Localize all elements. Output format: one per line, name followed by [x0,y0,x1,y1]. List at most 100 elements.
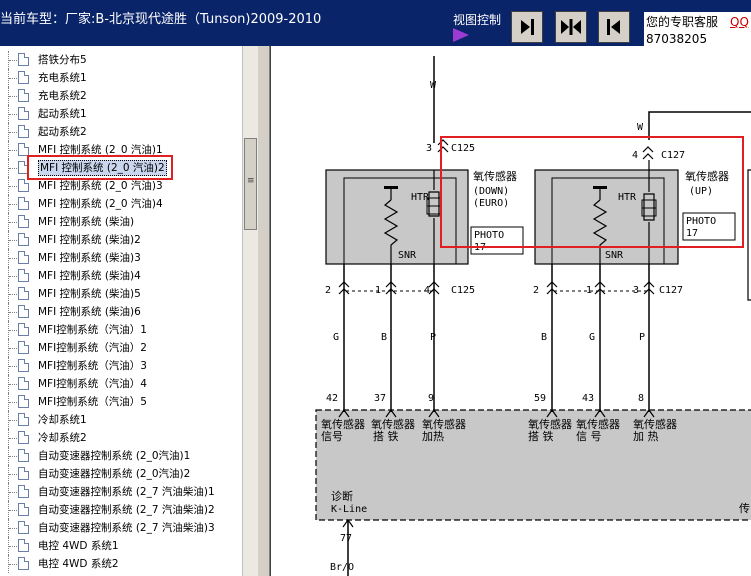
tree-item[interactable]: MFI 控制系统 (柴油)6 [0,303,242,321]
tree-item-label: 自动变速器控制系统 (2_0汽油)1 [38,450,191,462]
document-icon [18,233,29,246]
scrollbar-thumb[interactable]: ≡ [244,138,257,230]
selection-annotation-box [27,155,173,180]
tree-item[interactable]: 电控 4WD 系统2 [0,555,242,573]
wire-color-label: P [430,332,436,343]
ecm-label: 加 热 [633,430,659,443]
view-left-button[interactable] [598,11,630,43]
tree-item[interactable]: 自动变速器控制系统 (2_7 汽油柴油)1 [0,483,242,501]
document-icon [18,449,29,462]
document-icon [18,53,29,66]
top-bar: 当前车型：厂家:B-北京现代途胜（Tunson)2009-2010 视图控制 您… [0,0,751,46]
tree-item[interactable]: MFI控制系统（汽油）2 [0,339,242,357]
tree-item[interactable]: MFI控制系统（汽油）4 [0,375,242,393]
tree-item[interactable]: 自动变速器控制系统 (2_7 汽油柴油)3 [0,519,242,537]
tree-item[interactable]: MFI 控制系统 (柴油) [0,213,242,231]
qq-link[interactable]: QQ [730,14,749,30]
tree-item-label: MFI 控制系统 (柴油)3 [38,252,141,264]
tree-item[interactable]: 电控 4WD 系统1 [0,537,242,555]
current-vehicle-title: 当前车型：厂家:B-北京现代途胜（Tunson)2009-2010 [0,12,322,27]
ecm-label: 搭 铁 [528,430,554,443]
ecm-label: 氧传感器 [576,417,620,431]
wiring-diagram[interactable]: W W 3 C125 4 C127 HTR SNR 氧传感器 (DOWN) (E… [270,46,751,576]
tree-item-label: 冷却系统2 [38,432,87,444]
document-icon [18,413,29,426]
document-icon [18,251,29,264]
tree-item[interactable]: MFI控制系统（汽油）1 [0,321,242,339]
tree-item-label: 充电系统1 [38,72,87,84]
tree-item[interactable]: MFI 控制系统 (柴油)4 [0,267,242,285]
diagnosis-pin: 77 [340,533,352,544]
tree-item-label: 搭铁分布5 [38,54,87,66]
tree-item-label: 电控 4WD 系统2 [38,558,119,570]
tree-item-label: MFI 控制系统 (柴油)6 [38,306,141,318]
tree-item[interactable]: MFI 控制系统 (柴油)3 [0,249,242,267]
document-icon [18,269,29,282]
wire-color-label: Br/O [330,562,354,573]
ecm-pin: 9 [428,393,434,404]
diagnosis-label: 诊断 [331,489,353,503]
tree-item[interactable]: 搭铁分布5 [0,51,242,69]
arrow-split-icon [561,19,581,35]
tree-item-label: 自动变速器控制系统 (2_0汽油)2 [38,468,191,480]
tree-item[interactable]: MFI 控制系统 (2_0 汽油)4 [0,195,242,213]
pin-number: 3 [426,143,432,154]
tree-item-label: MFI控制系统（汽油）3 [38,360,147,372]
document-icon [18,359,29,372]
connector-label: C127 [659,285,683,296]
tree-item-label: MFI控制系统（汽油）1 [38,324,147,336]
view-right-button[interactable] [511,11,543,43]
tree-item-label: MFI控制系统（汽油）4 [38,378,147,390]
document-icon [18,521,29,534]
connector-label: C125 [451,285,475,296]
tree-item[interactable]: MFI控制系统（汽油）3 [0,357,242,375]
document-icon [18,539,29,552]
ecm-pin: 59 [534,393,546,404]
tree-item-label: 电控 4WD 系统1 [38,540,119,552]
document-icon [18,179,29,192]
tree-item-label: MFI控制系统（汽油）5 [38,396,147,408]
tree-item-label: MFI 控制系统 (柴油)5 [38,288,141,300]
tree-item[interactable]: 充电系统2 [0,87,242,105]
tree-item[interactable]: 冷却系统2 [0,429,242,447]
tree-item-label: 自动变速器控制系统 (2_7 汽油柴油)2 [38,504,215,516]
ecm-label: 氧传感器 [422,417,466,431]
document-icon [18,215,29,228]
wire-color-label: P [639,332,645,343]
pin-number: 1 [375,285,381,296]
pin-number: 2 [325,285,331,296]
wire-color-label: B [541,332,547,343]
document-icon [18,395,29,408]
arrow-right-bar-icon [521,19,534,35]
document-icon [18,467,29,480]
view-control-label: 视图控制 [453,13,502,27]
tree-item[interactable]: MFI 控制系统 (柴油)2 [0,231,242,249]
document-icon [18,107,29,120]
sensor-annotation-box [440,136,744,248]
sidebar-scrollbar[interactable]: ≡ [242,46,258,576]
tree-item-label: MFI 控制系统 (柴油) [38,216,135,228]
tree-item[interactable]: MFI控制系统（汽油）5 [0,393,242,411]
tree-item[interactable]: 冷却系统1 [0,411,242,429]
view-split-button[interactable] [555,11,587,43]
tree-item[interactable]: 充电系统1 [0,69,242,87]
document-icon [18,197,29,210]
ecm-label: 信 号 [576,430,602,443]
document-icon [18,125,29,138]
tree-item[interactable]: 起动系统1 [0,105,242,123]
arrow-left-bar-icon [607,19,620,35]
document-icon [18,89,29,102]
pin-number: 1 [586,285,592,296]
tree-item[interactable]: 自动变速器控制系统 (2_7 汽油柴油)2 [0,501,242,519]
tree-item[interactable]: 自动变速器控制系统 (2_0汽油)2 [0,465,242,483]
tree-item[interactable]: 自动变速器控制系统 (2_0汽油)1 [0,447,242,465]
tree-item-label: MFI 控制系统 (柴油)4 [38,270,141,282]
ecm-label: 氧传感器 [528,417,572,431]
tree-item[interactable]: MFI 控制系统 (柴油)5 [0,285,242,303]
tree-item[interactable]: 起动系统2 [0,123,242,141]
document-icon [18,71,29,84]
ecm-pin: 42 [326,393,338,404]
pane-splitter[interactable] [258,46,270,576]
tree-item-label: 自动变速器控制系统 (2_7 汽油柴油)1 [38,486,215,498]
document-icon [18,323,29,336]
